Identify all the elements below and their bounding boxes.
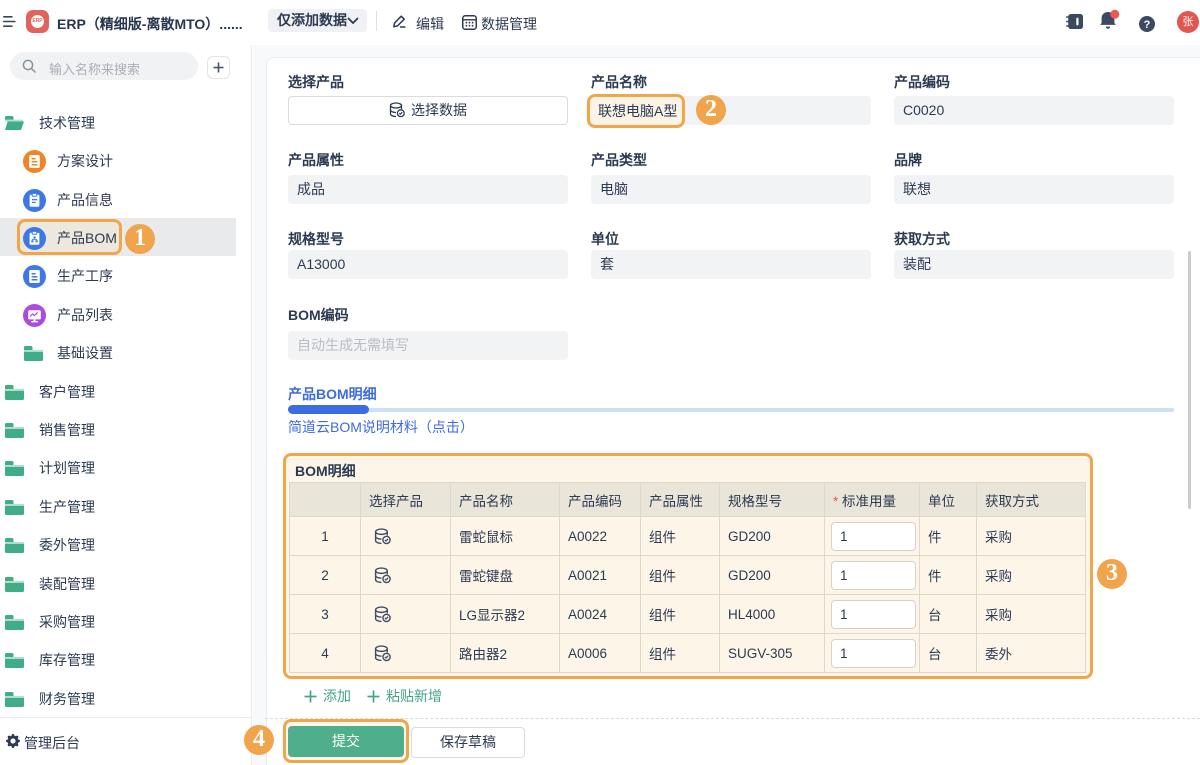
svg-text:?: ? xyxy=(1144,19,1151,31)
